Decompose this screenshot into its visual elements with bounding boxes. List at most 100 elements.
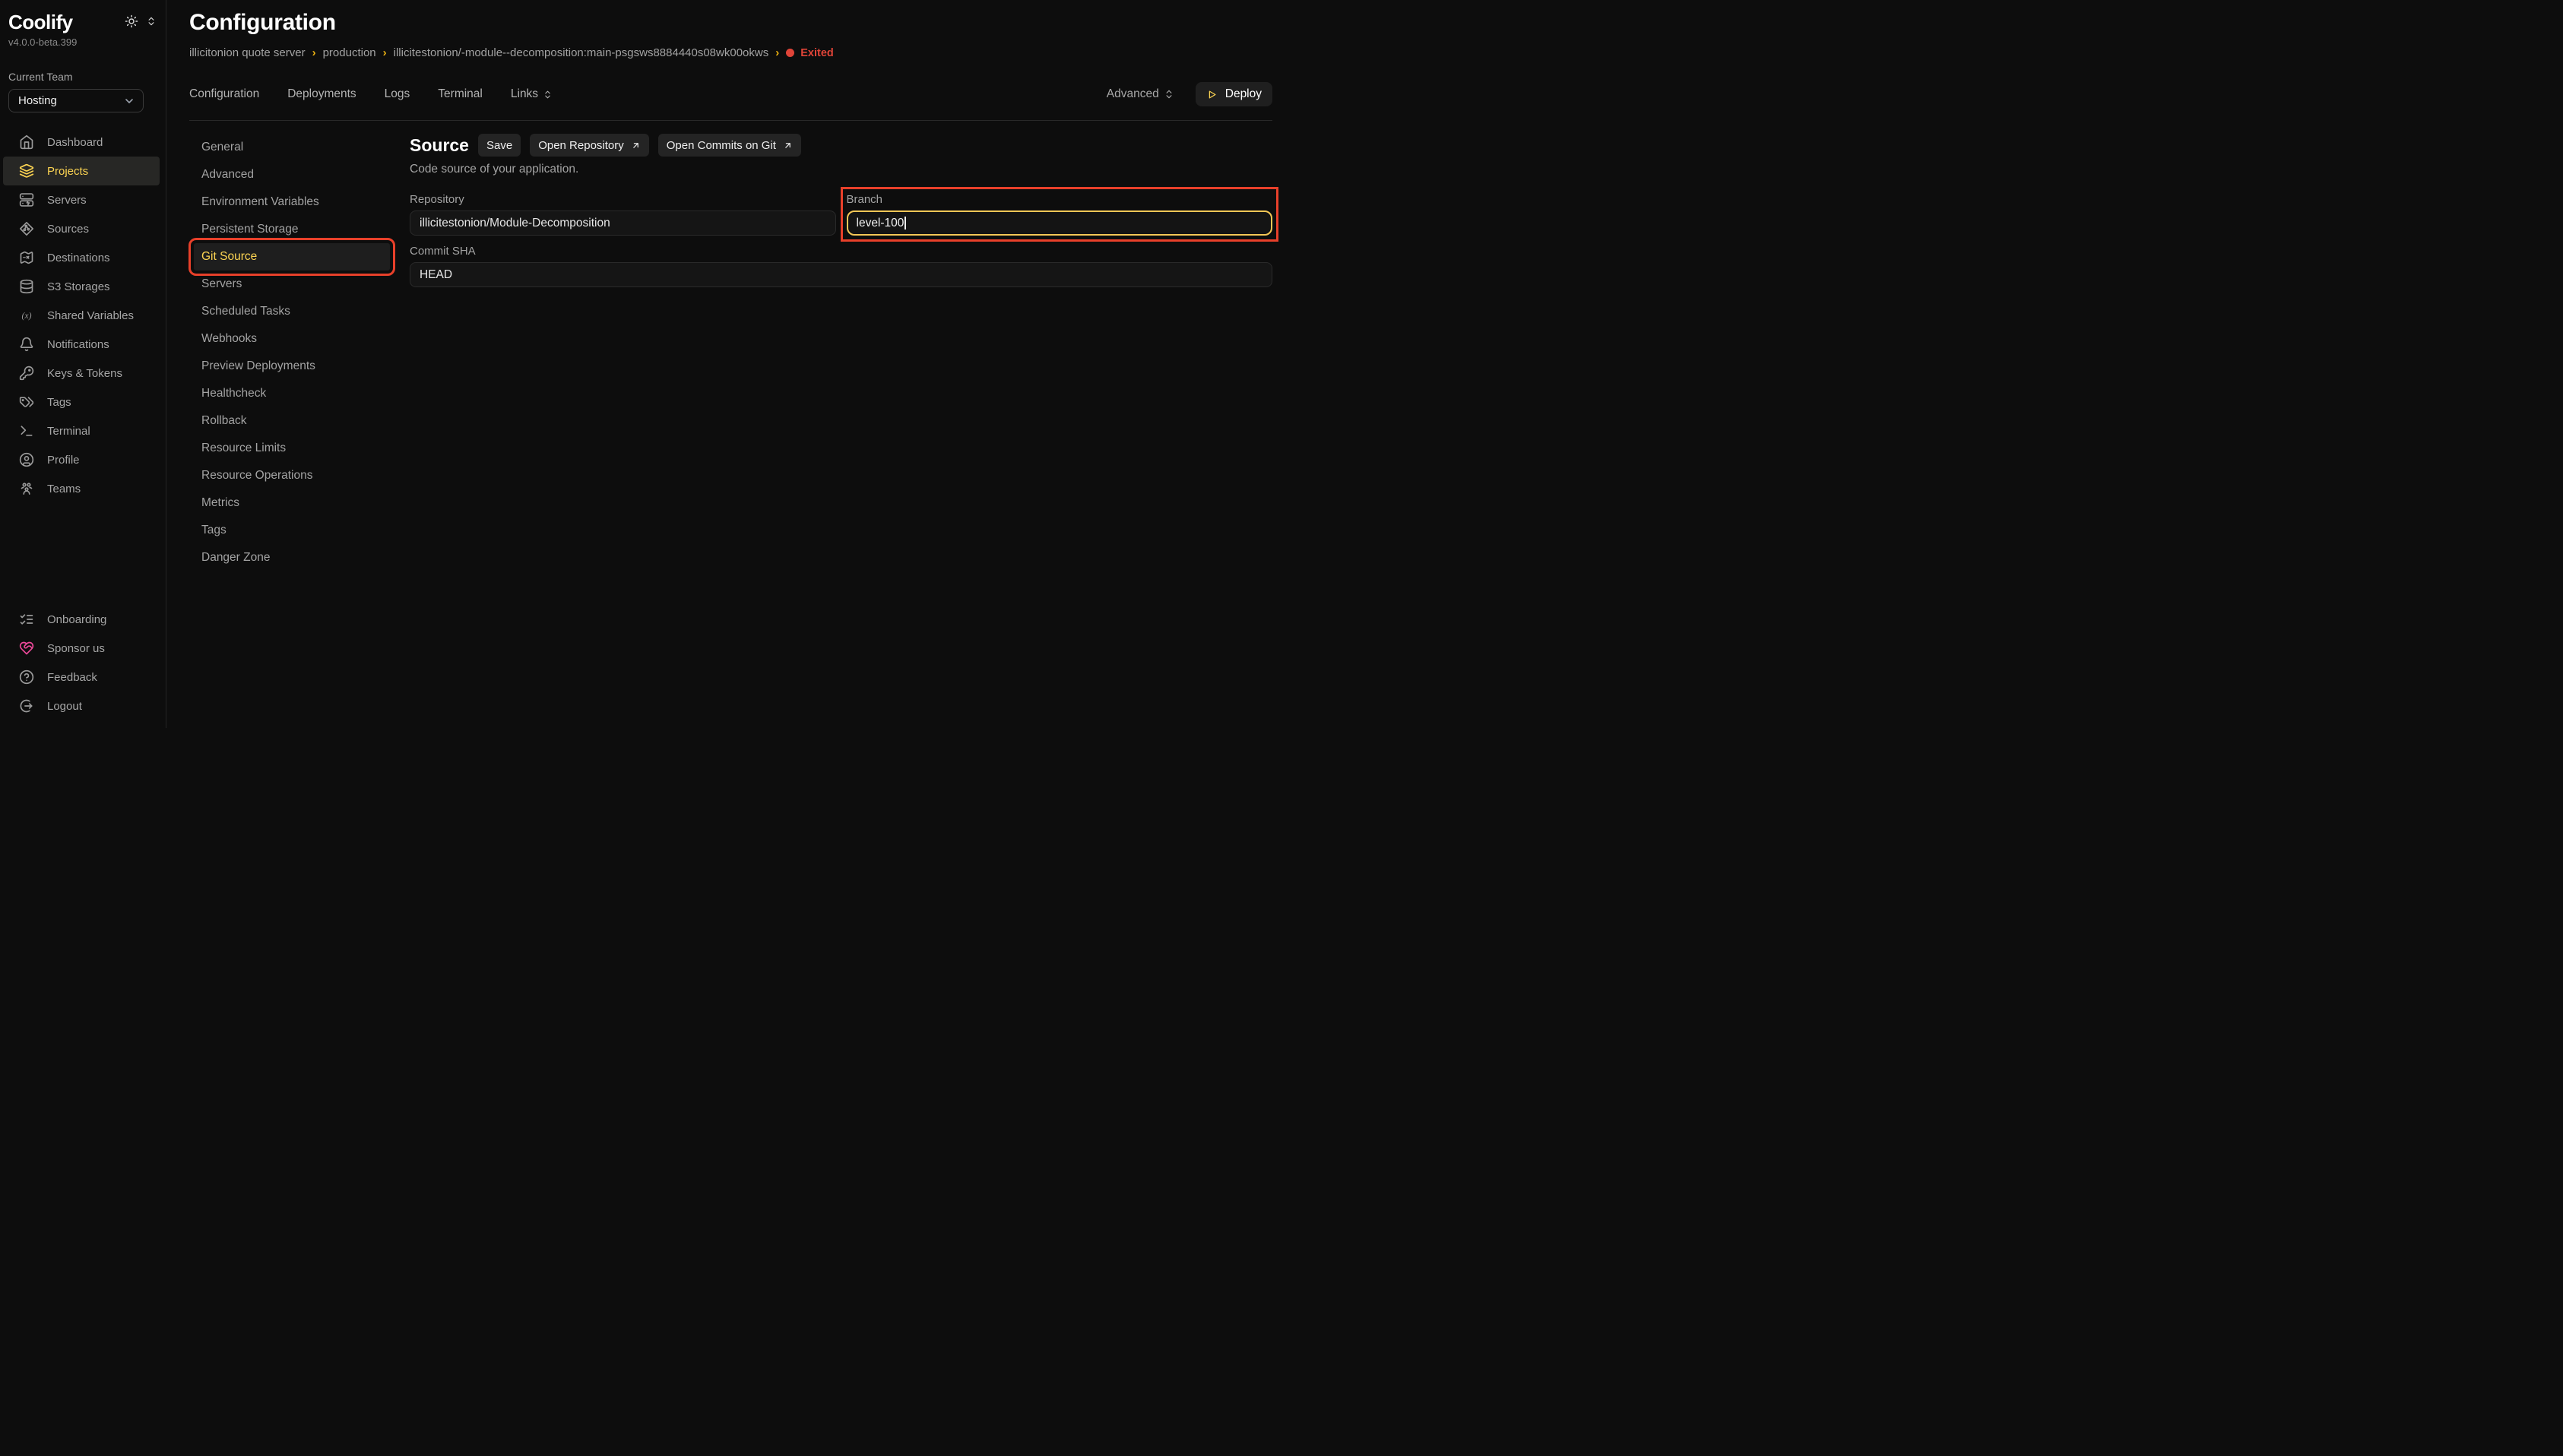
sidebar-item-label: Tags [47, 396, 71, 409]
subnav-item-danger-zone[interactable]: Danger Zone [194, 544, 390, 571]
subnav-item-git-source[interactable]: Git Source [194, 243, 390, 271]
sidebar-nav: Dashboard Projects Servers Sources Destinati… [0, 128, 166, 503]
breadcrumb-item[interactable]: illicitestonion/-module--decomposition:m… [394, 46, 769, 59]
sidebar-item-dashboard[interactable]: Dashboard [3, 128, 160, 157]
status-dot-icon [786, 49, 794, 57]
subnav-item-environment-variables[interactable]: Environment Variables [194, 188, 390, 216]
sidebar-item-notifications[interactable]: Notifications [3, 330, 160, 359]
settings-subnav: General AdvancedEnvironment VariablesPers… [194, 134, 390, 571]
subnav-item-preview-deployments[interactable]: Preview Deployments [194, 353, 390, 380]
tab-label: Terminal [438, 87, 483, 101]
help-circle-icon [19, 669, 34, 685]
subnav-item-label: Healthcheck [201, 387, 266, 400]
sidebar-item-sources[interactable]: Sources [3, 214, 160, 243]
sidebar-item-label: Sources [47, 223, 89, 236]
section-title: Source [410, 135, 469, 156]
sidebar-item-label: Feedback [47, 671, 97, 684]
tags-icon [19, 394, 34, 410]
repository-input[interactable] [410, 210, 836, 236]
logout-icon [19, 698, 34, 714]
page-title: Configuration [189, 10, 1272, 36]
subnav-item-label: Resource Limits [201, 442, 286, 455]
subnav-item-label: Rollback [201, 414, 246, 428]
tabs: Configuration Deployments Logs Terminal Link… [189, 87, 553, 101]
subnav-item-label: Scheduled Tasks [201, 305, 290, 318]
sidebar-item-profile[interactable]: Profile [3, 445, 160, 474]
subnav-item-rollback[interactable]: Rollback [194, 407, 390, 435]
sidebar-item-label: Teams [47, 483, 81, 495]
theme-toggle-sun-icon[interactable] [125, 14, 138, 28]
sidebar-item-terminal[interactable]: Terminal [3, 416, 160, 445]
team-selected-value: Hosting [18, 94, 57, 107]
open-repository-button[interactable]: Open Repository [530, 134, 649, 157]
advanced-menu[interactable]: Advanced [1107, 87, 1174, 101]
sidebar-item-logout[interactable]: Logout [3, 692, 160, 720]
terminal-icon [19, 423, 34, 438]
branch-field-group: Branch level-100 [847, 193, 1273, 236]
sidebar-item-onboarding[interactable]: Onboarding [3, 605, 160, 634]
sidebar: Coolify v4.0.0-beta.399 Current Team Hos… [0, 0, 166, 728]
breadcrumb-item[interactable]: illicitonion quote server [189, 46, 306, 59]
save-button-label: Save [486, 139, 512, 152]
subnav-item-label: General [201, 141, 243, 154]
app-logo: Coolify [8, 11, 73, 34]
commit-sha-input[interactable] [410, 262, 1272, 287]
subnav-item-webhooks[interactable]: Webhooks [194, 325, 390, 353]
subnav-item-metrics[interactable]: Metrics [194, 489, 390, 517]
deploy-button[interactable]: Deploy [1196, 82, 1272, 106]
chevron-down-icon [123, 95, 135, 107]
tab-deployments[interactable]: Deployments [287, 87, 356, 101]
subnav-item-scheduled-tasks[interactable]: Scheduled Tasks [194, 298, 390, 325]
sidebar-item-label: Projects [47, 165, 88, 178]
sidebar-item-tags[interactable]: Tags [3, 388, 160, 416]
tab-configuration[interactable]: Configuration [189, 87, 259, 101]
svg-text:(x): (x) [22, 311, 32, 321]
breadcrumb-item[interactable]: production [323, 46, 376, 59]
sidebar-item-projects[interactable]: Projects [3, 157, 160, 185]
map-icon [19, 250, 34, 265]
sidebar-item-s3-storages[interactable]: S3 Storages [3, 272, 160, 301]
open-commits-button[interactable]: Open Commits on Git [658, 134, 801, 157]
sidebar-collapse-icon[interactable] [146, 16, 157, 27]
subnav-item-resource-limits[interactable]: Resource Limits [194, 435, 390, 462]
sidebar-item-servers[interactable]: Servers [3, 185, 160, 214]
checklist-icon [19, 612, 34, 627]
subnav-item-persistent-storage[interactable]: Persistent Storage [194, 216, 390, 243]
server-icon [19, 192, 34, 207]
sidebar-item-sponsor-us[interactable]: Sponsor us [3, 634, 160, 663]
status-label: Exited [800, 47, 834, 59]
tab-label: Deployments [287, 87, 356, 101]
main-area: Configuration illicitonion quote server ›… [166, 0, 1282, 728]
save-button[interactable]: Save [478, 134, 521, 157]
subnav-item-advanced[interactable]: Advanced [194, 161, 390, 188]
sidebar-item-shared-variables[interactable]: (x)Shared Variables [3, 301, 160, 330]
sidebar-item-feedback[interactable]: Feedback [3, 663, 160, 692]
sidebar-item-label: S3 Storages [47, 280, 110, 293]
branch-input[interactable]: level-100 [847, 210, 1273, 236]
sidebar-item-keys-tokens[interactable]: Keys & Tokens [3, 359, 160, 388]
subnav-item-label: Webhooks [201, 332, 257, 346]
open-repository-label: Open Repository [538, 139, 624, 152]
breadcrumb: illicitonion quote server›production›ill… [189, 46, 1272, 59]
team-select[interactable]: Hosting [8, 89, 144, 112]
sidebar-item-destinations[interactable]: Destinations [3, 243, 160, 272]
sidebar-item-teams[interactable]: Teams [3, 474, 160, 503]
deploy-label: Deploy [1225, 87, 1262, 101]
subnav-item-general[interactable]: General [194, 134, 390, 161]
tab-bar: Configuration Deployments Logs Terminal Link… [189, 82, 1272, 106]
chevrons-up-down-icon [1164, 89, 1174, 100]
tab-terminal[interactable]: Terminal [438, 87, 483, 101]
section-description: Code source of your application. [410, 163, 1272, 176]
subnav-item-label: Resource Operations [201, 469, 312, 483]
tab-logs[interactable]: Logs [385, 87, 410, 101]
subnav-item-tags[interactable]: Tags [194, 517, 390, 544]
tab-label: Links [511, 87, 538, 101]
commit-sha-field-group: Commit SHA [410, 245, 1272, 287]
tab-links[interactable]: Links [511, 87, 553, 101]
bell-icon [19, 337, 34, 352]
subnav-item-healthcheck[interactable]: Healthcheck [194, 380, 390, 407]
layers-icon [19, 163, 34, 179]
subnav-item-resource-operations[interactable]: Resource Operations [194, 462, 390, 489]
breadcrumb-chevron-icon: › [312, 46, 316, 59]
subnav-item-servers[interactable]: Servers [194, 271, 390, 298]
